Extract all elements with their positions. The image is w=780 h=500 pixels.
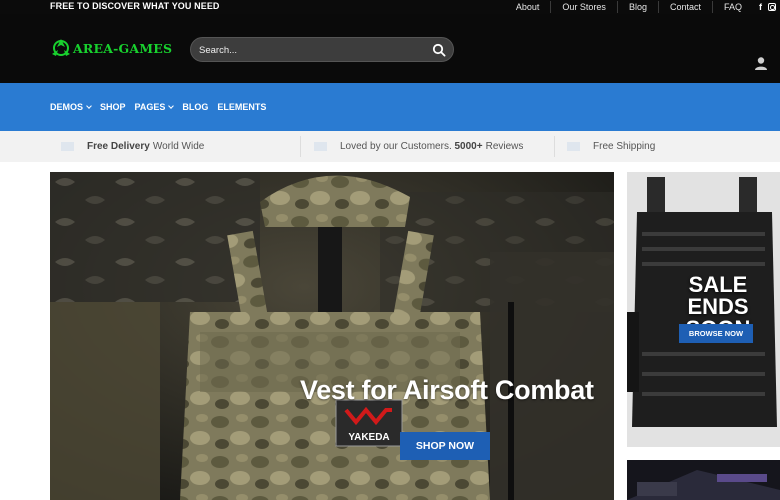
hero-title: Vest for Airsoft Combat: [300, 375, 594, 405]
nav-item-label: BLOG: [182, 102, 209, 112]
site-header: AREA-GAMES: [0, 14, 780, 83]
search-icon[interactable]: [432, 43, 446, 57]
reviews-bold: 5000+: [454, 141, 483, 152]
reviews-text: Loved by our Customers.: [340, 141, 452, 152]
shipping-icon: [567, 142, 580, 151]
chevron-down-icon: [86, 103, 92, 109]
reviews-rest: Reviews: [485, 141, 524, 152]
nav-item-demos[interactable]: DEMOS: [50, 102, 92, 112]
link-faq[interactable]: FAQ: [711, 1, 753, 13]
nav-item-blog[interactable]: BLOG: [182, 102, 208, 112]
shop-now-button[interactable]: SHOP NOW: [400, 432, 490, 460]
shipping-text: Free Shipping: [593, 141, 656, 152]
search-input[interactable]: [199, 42, 419, 58]
social-links: f: [753, 2, 780, 12]
nav-item-label: SHOP: [100, 102, 126, 112]
divider: [554, 136, 555, 157]
instagram-icon[interactable]: [768, 3, 776, 11]
site-logo[interactable]: AREA-GAMES: [50, 38, 172, 58]
feature-reviews: Loved by our Customers. 5000+ Reviews: [314, 131, 523, 162]
top-bar: FREE TO DISCOVER WHAT YOU NEED About Our…: [0, 0, 780, 14]
delivery-text: World Wide: [152, 141, 205, 152]
top-links: About Our Stores Blog Contact FAQ f: [505, 0, 780, 14]
secondary-banner-image: [627, 460, 780, 500]
promo-banner-secondary[interactable]: [627, 460, 780, 500]
logo-text: AREA-GAMES: [73, 40, 173, 56]
link-about[interactable]: About: [505, 1, 551, 13]
nav-item-label: PAGES: [134, 102, 166, 112]
nav-item-label: ELEMENTS: [217, 102, 267, 112]
delivery-icon: [61, 142, 74, 151]
delivery-bold: Free Delivery: [87, 141, 150, 152]
nav-item-label: DEMOS: [50, 102, 84, 112]
patch-text: YAKEDA: [348, 432, 389, 443]
search-bar: [190, 37, 454, 62]
nav-item-pages[interactable]: PAGES: [134, 102, 175, 112]
info-strip: Free Delivery World Wide Loved by our Cu…: [0, 131, 780, 162]
hero-banner[interactable]: YAKEDA: [50, 172, 614, 500]
main-nav: DEMOS SHOP PAGES BLOG ELEMENTS: [0, 83, 780, 131]
chevron-down-icon: [168, 103, 175, 109]
link-our-stores[interactable]: Our Stores: [550, 1, 617, 13]
user-account-icon[interactable]: [754, 56, 768, 70]
feature-shipping: Free Shipping: [567, 131, 655, 162]
nav-item-elements[interactable]: ELEMENTS: [217, 102, 266, 112]
nav-item-shop[interactable]: SHOP: [100, 102, 126, 112]
hero-image: YAKEDA: [50, 172, 614, 500]
logo-mark-icon: [52, 39, 70, 56]
facebook-icon[interactable]: f: [759, 2, 762, 12]
divider: [300, 136, 301, 157]
feature-delivery: Free Delivery World Wide: [61, 131, 204, 162]
link-contact[interactable]: Contact: [657, 1, 712, 13]
browse-now-button[interactable]: BROWSE NOW: [679, 324, 753, 343]
reviews-icon: [314, 142, 327, 151]
link-blog[interactable]: Blog: [616, 1, 658, 13]
promo-text: FREE TO DISCOVER WHAT YOU NEED: [50, 1, 220, 11]
